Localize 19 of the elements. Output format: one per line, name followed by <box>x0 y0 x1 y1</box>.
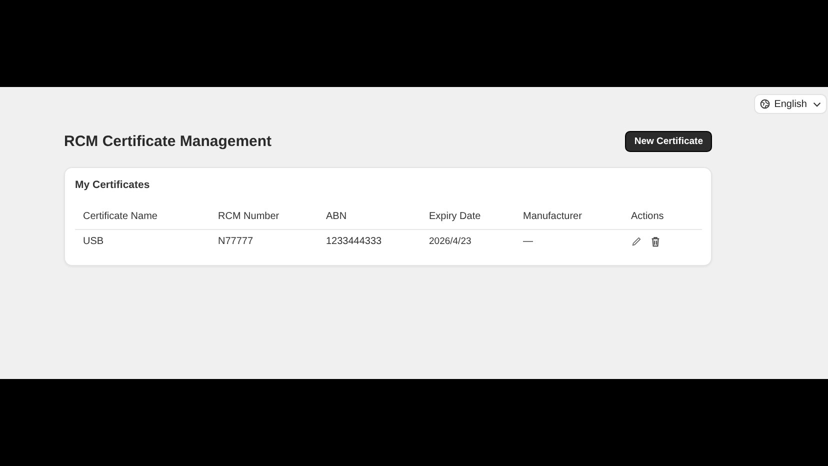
column-header: Manufacturer <box>515 205 623 230</box>
table-cell: 2026/4/23 <box>421 230 515 253</box>
column-header: Actions <box>623 205 702 230</box>
pencil-icon[interactable] <box>631 236 642 247</box>
card-title: My Certificates <box>75 179 151 191</box>
column-header: RCM Number <box>210 205 318 230</box>
chevron-down-icon <box>813 102 821 106</box>
table-cell: N77777 <box>210 230 318 253</box>
column-header: Expiry Date <box>421 205 515 230</box>
language-selector[interactable]: English <box>754 94 827 114</box>
table-cell: — <box>515 230 623 253</box>
table-cell: USB <box>75 230 210 253</box>
column-header: ABN <box>318 205 421 230</box>
new-certificate-button[interactable]: New Certificate <box>625 131 712 152</box>
table-cell: 1233444333 <box>318 230 421 253</box>
page-title: RCM Certificate Management <box>64 133 272 150</box>
trash-icon[interactable] <box>650 236 661 247</box>
globe-icon <box>760 99 770 109</box>
column-header: Certificate Name <box>75 205 210 230</box>
